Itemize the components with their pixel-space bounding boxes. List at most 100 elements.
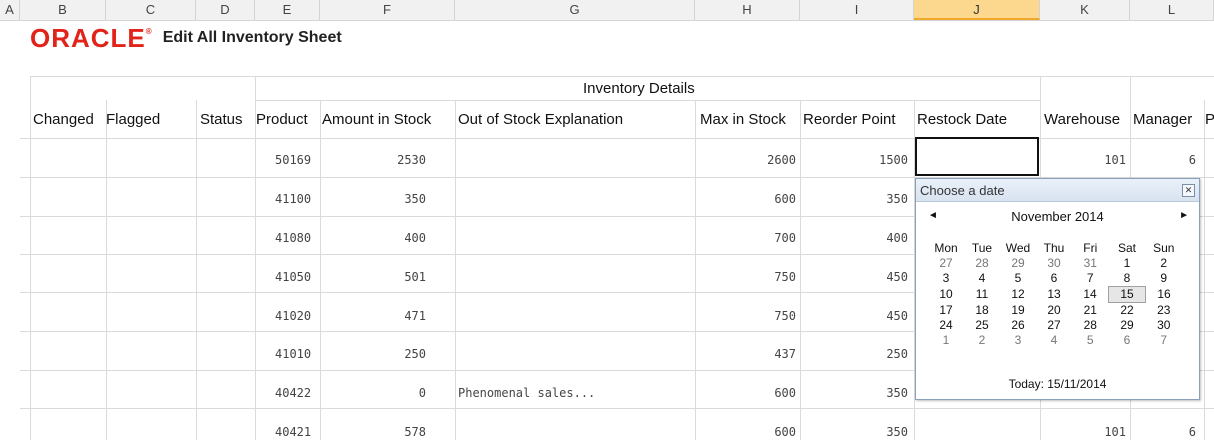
cell-max[interactable]: 750 — [695, 309, 796, 323]
calendar-day[interactable]: 25 — [964, 318, 1000, 333]
calendar-day[interactable]: 20 — [1036, 303, 1072, 319]
cell-product[interactable]: 41020 — [275, 309, 317, 323]
header-status[interactable]: Status — [200, 111, 243, 128]
cell-max[interactable]: 600 — [695, 425, 796, 439]
header-changed[interactable]: Changed — [33, 111, 94, 128]
header-flagged[interactable]: Flagged — [106, 111, 160, 128]
column-header-h[interactable]: H — [695, 0, 800, 20]
calendar-day[interactable]: 6 — [1036, 271, 1072, 287]
calendar-day[interactable]: 3 — [928, 271, 964, 287]
calendar-day[interactable]: 1 — [928, 333, 964, 348]
calendar-day[interactable]: 22 — [1109, 303, 1146, 319]
calendar-day[interactable]: 28 — [1072, 318, 1109, 333]
calendar-day[interactable]: 7 — [1072, 271, 1109, 287]
calendar-day[interactable]: 18 — [964, 303, 1000, 319]
cell-reorder[interactable]: 350 — [800, 386, 908, 400]
column-header-b[interactable]: B — [20, 0, 106, 20]
calendar-day[interactable]: 11 — [964, 287, 1000, 303]
column-header-j[interactable]: J — [914, 0, 1040, 20]
column-header-i[interactable]: I — [800, 0, 914, 20]
close-icon[interactable]: ✕ — [1182, 183, 1195, 197]
calendar-day[interactable]: 6 — [1109, 333, 1146, 348]
cell-manager[interactable]: 6 — [1130, 425, 1196, 439]
cell-max[interactable]: 437 — [695, 347, 796, 361]
column-header-d[interactable]: D — [196, 0, 255, 20]
column-header-c[interactable]: C — [106, 0, 196, 20]
cell-reorder[interactable]: 1500 — [800, 153, 908, 167]
calendar-day[interactable]: 12 — [1000, 287, 1036, 303]
header-warehouse[interactable]: Warehouse — [1044, 111, 1120, 128]
cell-reorder[interactable]: 350 — [800, 192, 908, 206]
calendar-day[interactable]: 2 — [1146, 256, 1183, 271]
cell-reorder[interactable]: 350 — [800, 425, 908, 439]
calendar-day[interactable]: 17 — [928, 303, 964, 319]
cell-product[interactable]: 40421 — [275, 425, 317, 439]
cell-product[interactable]: 50169 — [275, 153, 317, 167]
calendar-day[interactable]: 24 — [928, 318, 964, 333]
cell-amount[interactable]: 0 — [320, 386, 426, 400]
calendar-day[interactable]: 14 — [1072, 287, 1109, 303]
calendar-day[interactable]: 16 — [1146, 287, 1183, 303]
cell-amount[interactable]: 501 — [320, 270, 426, 284]
calendar-day[interactable]: 26 — [1000, 318, 1036, 333]
calendar-day[interactable]: 1 — [1109, 256, 1146, 271]
calendar-day[interactable]: 7 — [1146, 333, 1183, 348]
calendar-day[interactable]: 13 — [1036, 287, 1072, 303]
calendar-day[interactable]: 4 — [964, 271, 1000, 287]
cell-product[interactable]: 41080 — [275, 231, 317, 245]
column-header-e[interactable]: E — [255, 0, 320, 20]
cell-amount[interactable]: 350 — [320, 192, 426, 206]
calendar-day[interactable]: 3 — [1000, 333, 1036, 348]
cell-product[interactable]: 41050 — [275, 270, 317, 284]
cell-manager[interactable]: 6 — [1130, 153, 1196, 167]
selected-cell-restock-date[interactable] — [915, 137, 1039, 176]
next-month-icon[interactable]: ► — [1179, 210, 1189, 221]
cell-max[interactable]: 700 — [695, 231, 796, 245]
cell-max[interactable]: 750 — [695, 270, 796, 284]
cell-product[interactable]: 40422 — [275, 386, 317, 400]
header-reorder-point[interactable]: Reorder Point — [803, 111, 896, 128]
cell-max[interactable]: 600 — [695, 386, 796, 400]
calendar-day[interactable]: 30 — [1036, 256, 1072, 271]
calendar-day[interactable]: 9 — [1146, 271, 1183, 287]
calendar-day[interactable]: 29 — [1000, 256, 1036, 271]
calendar-day[interactable]: 30 — [1146, 318, 1183, 333]
column-header-k[interactable]: K — [1040, 0, 1130, 20]
header-manager[interactable]: Manager — [1133, 111, 1192, 128]
today-link[interactable]: Today: 15/11/2014 — [916, 377, 1199, 391]
calendar-day[interactable]: 15 — [1108, 286, 1146, 303]
calendar-day[interactable]: 8 — [1109, 271, 1146, 287]
calendar-day[interactable]: 4 — [1036, 333, 1072, 348]
header-more[interactable]: P — [1205, 111, 1214, 128]
header-max-in-stock[interactable]: Max in Stock — [700, 111, 786, 128]
calendar-day[interactable]: 27 — [1036, 318, 1072, 333]
cell-max[interactable]: 600 — [695, 192, 796, 206]
cell-amount[interactable]: 578 — [320, 425, 426, 439]
column-header-a[interactable]: A — [0, 0, 20, 20]
cell-amount[interactable]: 400 — [320, 231, 426, 245]
calendar-day[interactable]: 28 — [964, 256, 1000, 271]
column-header-f[interactable]: F — [320, 0, 455, 20]
calendar-day[interactable]: 27 — [928, 256, 964, 271]
cell-reorder[interactable]: 450 — [800, 270, 908, 284]
calendar-day[interactable]: 5 — [1000, 271, 1036, 287]
calendar-day[interactable]: 10 — [928, 287, 964, 303]
cell-reorder[interactable]: 450 — [800, 309, 908, 323]
calendar-day[interactable]: 31 — [1072, 256, 1109, 271]
calendar-day[interactable]: 5 — [1072, 333, 1109, 348]
cell-amount[interactable]: 471 — [320, 309, 426, 323]
header-restock-date[interactable]: Restock Date — [917, 111, 1007, 128]
cell-explanation[interactable]: Phenomenal sales... — [458, 386, 688, 400]
calendar-day[interactable]: 19 — [1000, 303, 1036, 319]
header-out-of-stock-explanation[interactable]: Out of Stock Explanation — [458, 111, 623, 128]
cell-warehouse[interactable]: 101 — [1040, 425, 1126, 439]
cell-reorder[interactable]: 400 — [800, 231, 908, 245]
cell-max[interactable]: 2600 — [695, 153, 796, 167]
cell-amount[interactable]: 250 — [320, 347, 426, 361]
header-product[interactable]: Product — [256, 111, 308, 128]
cell-product[interactable]: 41100 — [275, 192, 317, 206]
calendar-day[interactable]: 21 — [1072, 303, 1109, 319]
calendar-day[interactable]: 2 — [964, 333, 1000, 348]
cell-reorder[interactable]: 250 — [800, 347, 908, 361]
cell-product[interactable]: 41010 — [275, 347, 317, 361]
